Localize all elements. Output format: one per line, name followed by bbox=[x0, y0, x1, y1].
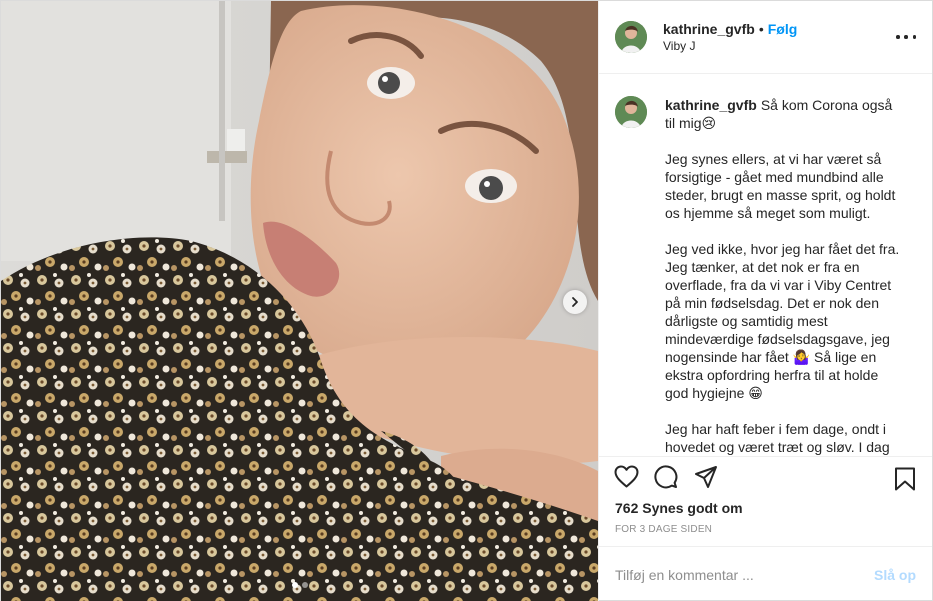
post-dialog: kathrine_gvfb • Følg Viby J kathrine_gvf… bbox=[0, 0, 933, 601]
post-comment-button[interactable]: Slå op bbox=[874, 567, 916, 583]
share-icon[interactable] bbox=[693, 464, 719, 490]
carousel-next-button[interactable] bbox=[563, 290, 587, 314]
carousel-indicator bbox=[1, 582, 598, 588]
post-location[interactable]: Viby J bbox=[663, 39, 797, 53]
likes-count[interactable]: 762 Synes godt om bbox=[599, 496, 932, 520]
avatar-image bbox=[615, 21, 647, 53]
post-side-panel: kathrine_gvfb • Følg Viby J kathrine_gvf… bbox=[598, 1, 932, 601]
post-timestamp[interactable]: FOR 3 DAGE SIDEN bbox=[599, 520, 932, 546]
bookmark-icon[interactable] bbox=[892, 466, 918, 492]
separator: • bbox=[758, 21, 764, 37]
comment-icon[interactable] bbox=[653, 464, 679, 490]
caption-paragraph-4: Jeg har haft feber i fem dage, ondt i ho… bbox=[665, 421, 890, 455]
add-comment-bar: Slå op bbox=[599, 546, 932, 601]
caption-text: kathrine_gvfb Så kom Corona også til mig😢… bbox=[665, 96, 905, 456]
carousel-dot bbox=[301, 582, 308, 588]
follow-button[interactable]: Følg bbox=[768, 21, 798, 37]
avatar[interactable] bbox=[615, 21, 647, 53]
carousel-dot-active bbox=[291, 582, 298, 588]
post-author: kathrine_gvfb • Følg Viby J bbox=[663, 21, 797, 53]
comments-area[interactable]: kathrine_gvfb Så kom Corona også til mig😢… bbox=[599, 74, 932, 456]
heart-icon[interactable] bbox=[613, 464, 639, 490]
post-media[interactable] bbox=[1, 1, 598, 601]
post-caption: kathrine_gvfb Så kom Corona også til mig😢… bbox=[615, 96, 916, 456]
caption-avatar[interactable] bbox=[615, 96, 647, 128]
caption-paragraph-3: Jeg ved ikke, hvor jeg har fået det fra.… bbox=[665, 241, 900, 401]
comment-input[interactable] bbox=[615, 566, 874, 583]
caption-paragraph-2: Jeg synes ellers, at vi har været så for… bbox=[665, 151, 896, 221]
author-line: kathrine_gvfb • Følg bbox=[663, 21, 797, 37]
post-actions bbox=[599, 456, 932, 496]
caption-username[interactable]: kathrine_gvfb bbox=[665, 97, 757, 113]
avatar-image bbox=[615, 96, 647, 128]
post-header: kathrine_gvfb • Følg Viby J bbox=[599, 1, 932, 74]
author-username[interactable]: kathrine_gvfb bbox=[663, 21, 755, 37]
caption-paragraph: kathrine_gvfb Så kom Corona også til mig😢 bbox=[665, 96, 905, 132]
post-photo bbox=[1, 1, 598, 601]
more-horizontal-icon[interactable] bbox=[896, 29, 916, 45]
chevron-right-icon bbox=[572, 297, 578, 307]
